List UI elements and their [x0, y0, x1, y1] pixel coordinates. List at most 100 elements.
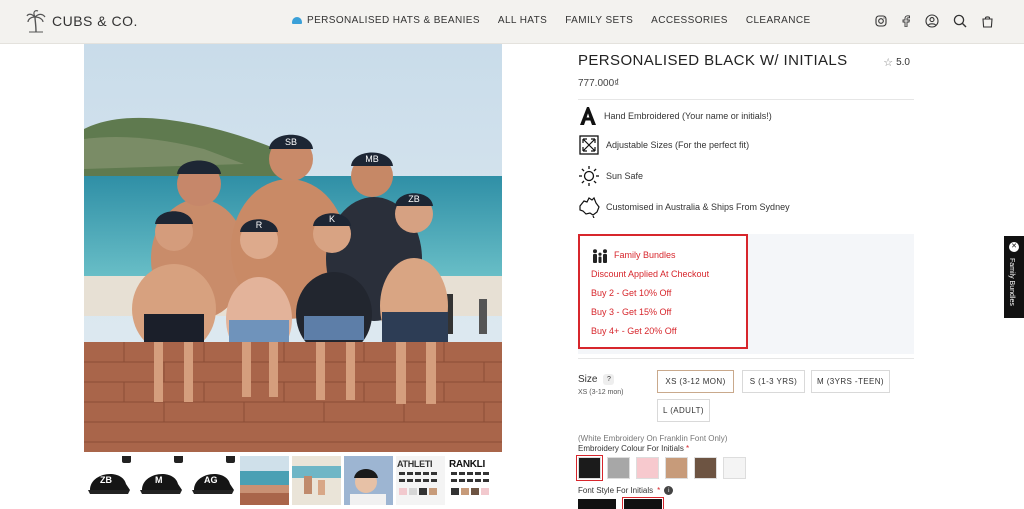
nav-label: PERSONALISED HATS & BEANIES	[307, 15, 480, 26]
nav-accessories[interactable]: ACCESSORIES	[651, 15, 728, 26]
required-mark: *	[686, 444, 690, 453]
cart-icon[interactable]	[981, 15, 994, 28]
cap-icon	[292, 17, 302, 24]
bundle-title: Family Bundles	[614, 250, 676, 260]
beach-thumbnail-image	[292, 456, 341, 505]
font-style-label-text: Font Style For Initials	[578, 486, 654, 495]
nav-personalised-hats[interactable]: PERSONALISED HATS & BEANIES	[292, 15, 480, 26]
nav-clearance[interactable]: CLEARANCE	[746, 15, 811, 26]
family-beach-photo: SB MB R K ZB	[84, 44, 502, 452]
size-guide-icon[interactable]: ?	[603, 374, 615, 385]
facebook-icon[interactable]	[901, 15, 911, 27]
palm-tree-icon	[26, 10, 46, 33]
svg-text:K: K	[329, 214, 335, 224]
swatch-white[interactable]	[723, 457, 746, 479]
logo[interactable]: CUBS & CO.	[26, 9, 138, 33]
letter-a-icon	[580, 107, 596, 125]
svg-text:ZB: ZB	[408, 194, 420, 204]
product-rating[interactable]: ☆ 5.0	[883, 56, 910, 69]
thumbnail-strip: ZB M AG ATHLETI RANKLI	[84, 456, 504, 509]
nav-all-hats[interactable]: ALL HATS	[498, 15, 547, 26]
nav-label: ALL HATS	[497, 15, 548, 26]
account-icon[interactable]	[925, 14, 939, 28]
bundle-line: Discount Applied At Checkout	[591, 269, 710, 279]
feature-text: Customised in Australia & Ships From Syd…	[606, 202, 790, 212]
info-icon[interactable]: i	[664, 486, 674, 495]
thumb-letters: ZB	[100, 475, 112, 485]
feature-hand-embroidered: Hand Embroidered (Your name or initials!…	[578, 106, 772, 126]
instagram-icon[interactable]	[875, 15, 887, 27]
embroidery-label-text: Embroidery Colour For Initials	[578, 444, 684, 453]
family-icon	[593, 248, 607, 263]
header-icons	[875, 14, 994, 28]
thumb-badge	[226, 456, 235, 463]
required-mark: *	[657, 486, 661, 495]
bundle-line: Buy 3 - Get 15% Off	[591, 307, 672, 317]
thumb-letters: AG	[204, 475, 218, 485]
size-label: Size	[578, 374, 598, 385]
feature-text: Hand Embroidered (Your name or initials!…	[604, 111, 772, 121]
thumbnail-font-athletic[interactable]: ATHLETI	[396, 456, 445, 505]
side-tab-label: Family Bundles	[1008, 258, 1015, 306]
thumbnail-beach-photo[interactable]	[292, 456, 341, 505]
feature-australia-ships: Customised in Australia & Ships From Syd…	[578, 196, 790, 218]
feature-adjustable-sizes: Adjustable Sizes (For the perfect fit)	[578, 134, 749, 156]
swatch-grey[interactable]	[607, 457, 630, 479]
divider	[578, 358, 914, 359]
thumb-badge	[174, 456, 183, 463]
child-thumbnail-image	[344, 456, 393, 505]
embroidery-swatches	[576, 455, 746, 481]
font-option-athletic[interactable]	[578, 499, 616, 509]
feature-text: Adjustable Sizes (For the perfect fit)	[606, 140, 750, 150]
feature-text: Sun Safe	[606, 171, 644, 181]
thumbnail-cap-zb[interactable]: ZB	[84, 456, 133, 505]
search-icon[interactable]	[953, 14, 967, 28]
svg-text:MB: MB	[365, 154, 379, 164]
font-style-options	[578, 497, 664, 509]
svg-text:SB: SB	[285, 137, 297, 147]
family-bundles-box: Family Bundles Discount Applied At Check…	[578, 234, 748, 349]
embroidery-colour-label: Embroidery Colour For Initials *	[578, 444, 689, 453]
close-icon[interactable]: ✕	[1009, 242, 1019, 252]
thumb-badge	[122, 456, 131, 463]
logo-text: CUBS & CO.	[52, 13, 138, 29]
thumbnail-cap-m[interactable]: M	[136, 456, 185, 505]
product-price: 777.000₫	[578, 78, 620, 89]
bundle-line: Buy 4+ - Get 20% Off	[591, 326, 677, 336]
thumbnail-cap-ag[interactable]: AG	[188, 456, 237, 505]
nav-label: FAMILY SETS	[565, 15, 634, 26]
thumbnail-font-franklin[interactable]: RANKLI	[448, 456, 497, 505]
thumbnail-child-photo[interactable]	[344, 456, 393, 505]
size-selected-text: XS (3-12 mon)	[578, 389, 624, 396]
sun-icon	[579, 166, 599, 186]
thumb-letters: M	[155, 475, 163, 485]
nav-family-sets[interactable]: FAMILY SETS	[565, 15, 633, 26]
swatch-black[interactable]	[576, 455, 603, 481]
family-bundles-side-tab[interactable]: ✕ Family Bundles	[1004, 236, 1024, 318]
font-sample-text: ATHLETI	[397, 459, 433, 469]
font-option-franklin[interactable]	[622, 497, 664, 509]
site-header: CUBS & CO. PERSONALISED HATS & BEANIES A…	[0, 0, 1024, 44]
swatch-brown[interactable]	[694, 457, 717, 479]
swatch-tan[interactable]	[665, 457, 688, 479]
main-nav: PERSONALISED HATS & BEANIES ALL HATS FAM…	[292, 15, 811, 26]
adjust-arrows-icon	[579, 135, 599, 155]
font-sample-text: RANKLI	[449, 459, 485, 470]
size-option-s[interactable]: S (1-3 YRS)	[742, 370, 805, 393]
nav-label: CLEARANCE	[745, 15, 811, 26]
rating-value: 5.0	[896, 57, 910, 68]
svg-text:R: R	[256, 220, 263, 230]
font-style-label: Font Style For Initials * i	[578, 486, 674, 495]
feature-sun-safe: Sun Safe	[578, 165, 643, 187]
family-bundles-section: Family Bundles Discount Applied At Check…	[578, 234, 914, 354]
family-thumbnail-image	[240, 456, 289, 505]
size-option-xs[interactable]: XS (3-12 MON)	[657, 370, 734, 393]
bundle-title-row: Family Bundles	[591, 246, 746, 265]
swatch-pink[interactable]	[636, 457, 659, 479]
thumbnail-family-photo[interactable]	[240, 456, 289, 505]
size-option-m[interactable]: M (3YRS -TEEN)	[811, 370, 890, 393]
main-product-image[interactable]: SB MB R K ZB	[84, 44, 502, 452]
size-option-l[interactable]: L (ADULT)	[657, 399, 710, 422]
star-icon: ☆	[883, 57, 894, 69]
australia-map-icon	[579, 196, 600, 218]
